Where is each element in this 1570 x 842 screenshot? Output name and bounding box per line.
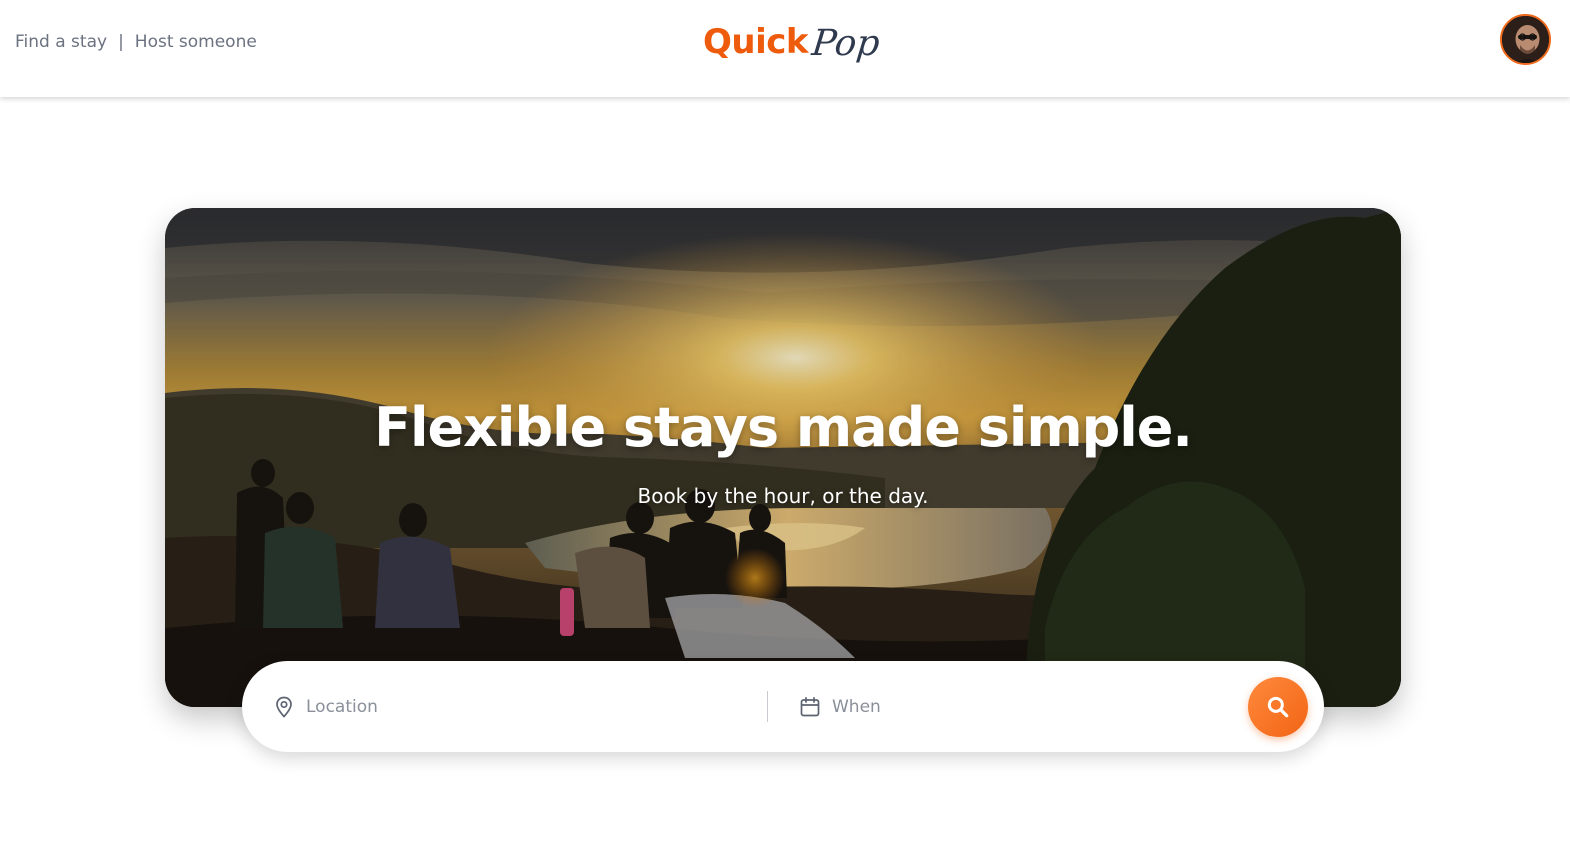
search-bar <box>242 661 1324 752</box>
user-avatar[interactable] <box>1500 14 1551 65</box>
search-icon <box>1267 696 1289 718</box>
location-input[interactable] <box>306 696 706 717</box>
nav-separator: | <box>118 32 124 52</box>
quickpop-logo[interactable]: Quick Pop <box>703 18 882 74</box>
map-pin-icon <box>276 696 292 718</box>
search-divider <box>767 691 768 722</box>
location-field[interactable] <box>272 661 762 752</box>
hero-banner: Flexible stays made simple. Book by the … <box>165 208 1401 707</box>
hero-title: Flexible stays made simple. <box>374 396 1193 459</box>
main-nav: Find a stay | Host someone <box>15 32 257 52</box>
hero-subtitle: Book by the hour, or the day. <box>637 484 929 508</box>
top-header: Find a stay | Host someone Quick Pop <box>0 0 1570 97</box>
when-field[interactable] <box>798 661 1238 752</box>
avatar-portrait-icon <box>1502 16 1549 63</box>
calendar-icon <box>800 696 820 716</box>
host-someone-link[interactable]: Host someone <box>135 32 257 52</box>
logo-pop: Pop <box>809 23 882 64</box>
search-button[interactable] <box>1248 677 1308 737</box>
logo-quick: Quick <box>703 22 809 62</box>
when-input[interactable] <box>832 696 1232 717</box>
find-a-stay-link[interactable]: Find a stay <box>15 32 107 52</box>
